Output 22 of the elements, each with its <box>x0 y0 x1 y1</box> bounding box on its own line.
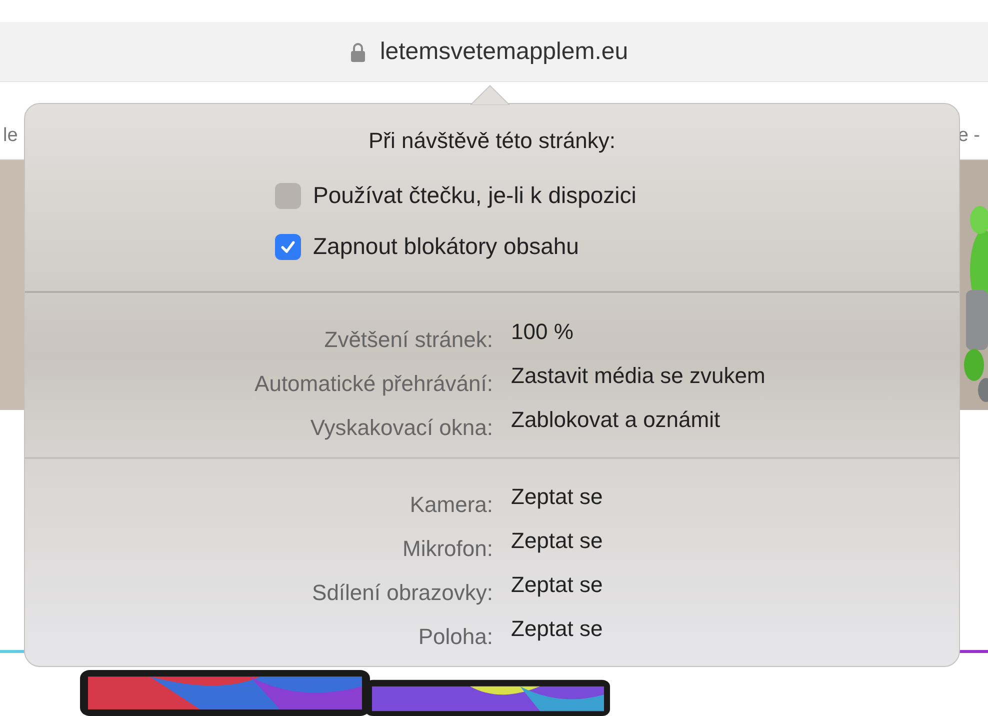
checkbox[interactable] <box>275 182 301 208</box>
setting-label: Sdílení obrazovky: <box>311 579 493 607</box>
checkbox[interactable] <box>275 234 301 260</box>
setting-value[interactable]: Zablokovat a oznámit <box>511 407 959 451</box>
setting-value[interactable]: Zeptat se <box>511 572 959 616</box>
checkbox-label[interactable]: Používat čtečku, je-li k dispozici <box>313 182 636 209</box>
setting-value[interactable]: Zeptat se <box>511 616 959 660</box>
setting-label: Kamera: <box>408 491 493 519</box>
setting-label: Automatické přehrávání: <box>254 370 493 398</box>
setting-label: Poloha: <box>417 623 493 651</box>
setting-value[interactable]: Zeptat se <box>511 484 959 528</box>
setting-value[interactable]: Zastavit média se zvukem <box>511 363 959 407</box>
tab-title[interactable]: le <box>3 124 18 146</box>
lock-icon <box>350 42 366 62</box>
setting-label: Mikrofon: <box>402 535 493 563</box>
setting-value[interactable]: 100 % <box>511 319 959 363</box>
popover-title: Při návštěvě této stránky: <box>368 128 616 154</box>
setting-label: Vyskakovací okna: <box>309 414 493 442</box>
url-text[interactable]: letemsvetemapplem.eu <box>380 38 628 66</box>
setting-label: Zvětšení stránek: <box>323 326 493 354</box>
checkbox-label[interactable]: Zapnout blokátory obsahu <box>313 233 579 260</box>
setting-value[interactable]: Zeptat se <box>511 528 959 572</box>
